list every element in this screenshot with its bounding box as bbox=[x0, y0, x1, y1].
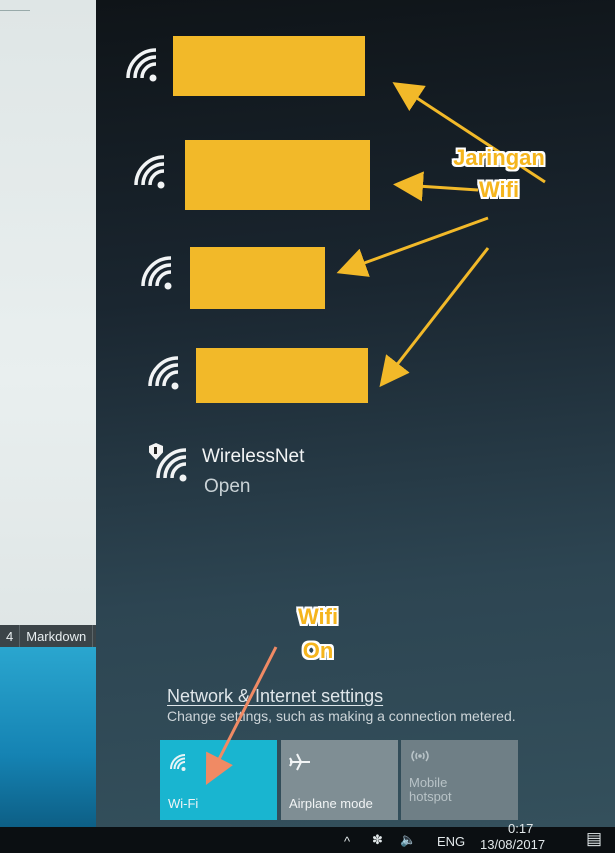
annotation-wifi-on-line1: Wifi bbox=[297, 604, 339, 629]
annotation-wifi-on-line2: On bbox=[302, 638, 334, 663]
annotation-wifi-on: Wifi On bbox=[280, 600, 356, 668]
arrow-to-network-3 bbox=[336, 216, 489, 277]
annotation-arrows bbox=[205, 82, 546, 786]
annotation-networks-line2: Wifi bbox=[478, 177, 520, 202]
annotation-networks: Jaringan Wifi bbox=[432, 142, 566, 206]
arrow-to-wifi-tile bbox=[205, 646, 278, 786]
arrow-to-network-4 bbox=[379, 247, 490, 388]
annotation-networks-line1: Jaringan bbox=[453, 145, 545, 170]
